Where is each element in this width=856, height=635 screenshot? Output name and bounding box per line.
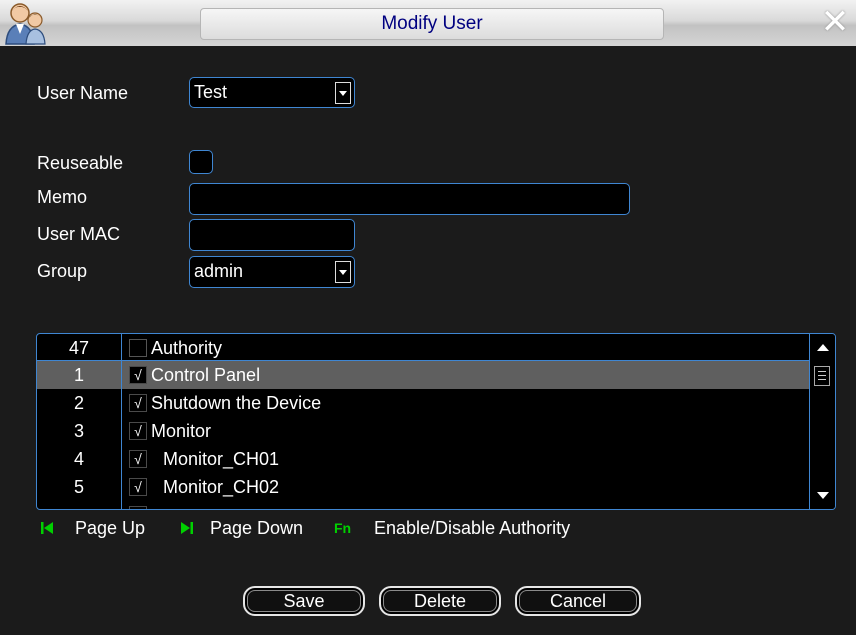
modify-user-dialog: Modify User ✕ User Name Test Reuseable M…: [0, 0, 856, 635]
enable-disable-hint: Enable/Disable Authority: [374, 518, 571, 538]
row-checkbox[interactable]: √: [129, 394, 147, 412]
row-checkbox[interactable]: √: [129, 450, 147, 468]
close-icon[interactable]: ✕: [814, 4, 856, 42]
table-row[interactable]: 4 √ Monitor_CH01: [37, 445, 809, 473]
delete-button[interactable]: Delete: [379, 586, 501, 616]
user-name-label: User Name: [37, 83, 129, 103]
cancel-button[interactable]: Cancel: [515, 586, 641, 616]
select-all-checkbox[interactable]: [129, 339, 147, 357]
group-value: admin: [194, 261, 244, 281]
row-number: 4: [73, 449, 84, 469]
user-name-value: Test: [194, 82, 228, 102]
window-title: Modify User: [200, 8, 664, 40]
scroll-up-icon[interactable]: [817, 344, 829, 351]
table-row[interactable]: 1 √ Control Panel: [37, 361, 809, 389]
table-row[interactable]: 2 √ Shutdown the Device: [37, 389, 809, 417]
memo-label: Memo: [37, 187, 88, 207]
table-row[interactable]: 3 √ Monitor: [37, 417, 809, 445]
page-down-hint: Page Down: [210, 518, 304, 538]
row-label: Shutdown the Device: [151, 393, 322, 413]
scroll-down-icon[interactable]: [817, 492, 829, 499]
fn-key-icon: Fn: [334, 520, 352, 536]
chevron-down-icon[interactable]: [335, 261, 351, 283]
row-label: Monitor_CH02: [163, 477, 280, 497]
user-mac-label: User MAC: [37, 224, 121, 244]
row-number: 5: [73, 477, 84, 497]
page-up-icon: [41, 522, 53, 534]
authority-header: Authority: [151, 338, 223, 358]
table-row[interactable]: 5 √ Monitor_CH02: [37, 473, 809, 501]
row-label: Monitor: [151, 421, 212, 441]
column-divider: [121, 334, 122, 509]
scroll-thumb[interactable]: [814, 366, 830, 386]
memo-input[interactable]: [189, 183, 630, 215]
row-number: 3: [73, 421, 84, 441]
row-checkbox[interactable]: [129, 506, 147, 509]
page-down-icon: [181, 522, 193, 534]
row-checkbox[interactable]: √: [129, 422, 147, 440]
row-checkbox[interactable]: √: [129, 366, 147, 384]
table-header: 47 Authority: [37, 334, 809, 362]
title-bar: Modify User ✕: [0, 0, 856, 46]
row-checkbox[interactable]: √: [129, 478, 147, 496]
save-button[interactable]: Save: [243, 586, 365, 616]
group-dropdown[interactable]: admin: [189, 256, 355, 288]
row-number: 1: [73, 365, 84, 385]
row-label: Monitor_CH01: [163, 449, 280, 469]
authority-table: 47 Authority 1 √ Control Panel 2 √ Shutd…: [36, 333, 836, 510]
row-number: 2: [73, 393, 84, 413]
page-up-hint: Page Up: [75, 518, 146, 538]
users-icon: [5, 3, 46, 45]
row-label: Control Panel: [151, 365, 261, 385]
user-mac-input[interactable]: [189, 219, 355, 251]
table-row[interactable]: [37, 501, 809, 509]
reuseable-label: Reuseable: [37, 153, 124, 173]
reuseable-checkbox[interactable]: [189, 150, 213, 174]
chevron-down-icon[interactable]: [335, 82, 351, 104]
authority-count: 47: [68, 338, 90, 358]
table-scrollbar[interactable]: [809, 334, 835, 509]
group-label: Group: [37, 261, 88, 281]
user-name-dropdown[interactable]: Test: [189, 77, 355, 108]
